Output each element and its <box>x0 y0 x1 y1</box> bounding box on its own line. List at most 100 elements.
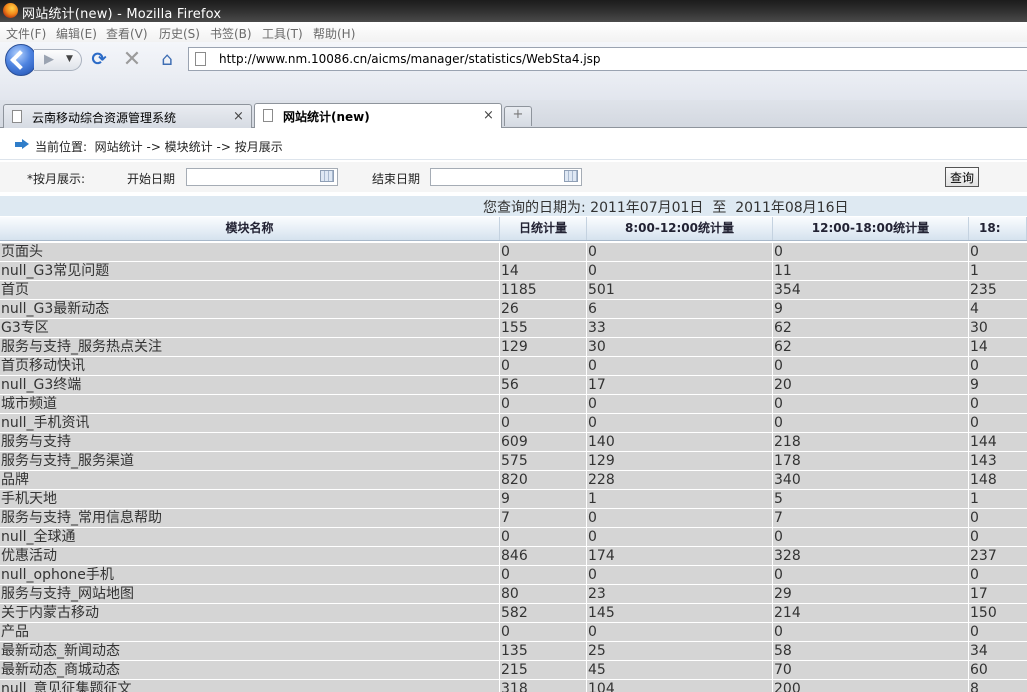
module-name-cell: 服务与支持_服务渠道 <box>0 452 499 470</box>
evening-count-cell: 8 <box>969 680 1027 692</box>
close-icon[interactable]: × <box>233 109 244 124</box>
evening-count-cell: 0 <box>969 528 1027 546</box>
evening-count-cell: 4 <box>969 300 1027 318</box>
menu-bookmarks[interactable]: 书签(B) <box>210 25 252 42</box>
evening-count-cell: 0 <box>969 414 1027 432</box>
table-row: 首页 1185 501 354 235 <box>0 281 1027 300</box>
morning-count-cell: 104 <box>587 680 772 692</box>
daily-count-cell: 0 <box>500 395 586 413</box>
statistics-table: 页面头 0 0 0 0 null_G3常见问题 14 0 11 1 首页 1185 501 354 235 n… <box>0 243 1027 692</box>
firefox-icon <box>3 3 18 18</box>
stop-icon[interactable]: ✕ <box>121 49 143 71</box>
daily-count-cell: 129 <box>500 338 586 356</box>
evening-count-cell: 144 <box>969 433 1027 451</box>
morning-count-cell: 6 <box>587 300 772 318</box>
afternoon-count-cell: 0 <box>773 566 968 584</box>
forward-button[interactable]: ▶ ▼ <box>34 49 82 71</box>
menu-help[interactable]: 帮助(H) <box>313 25 355 42</box>
menu-file[interactable]: 文件(F) <box>6 25 46 42</box>
daily-count-cell: 0 <box>500 623 586 641</box>
tab-label: 网站统计(new) <box>283 110 370 124</box>
evening-count-cell: 1 <box>969 262 1027 280</box>
afternoon-count-cell: 214 <box>773 604 968 622</box>
morning-count-cell: 0 <box>587 395 772 413</box>
evening-count-cell: 148 <box>969 471 1027 489</box>
daily-count-cell: 0 <box>500 243 586 261</box>
end-date-input[interactable] <box>430 168 582 186</box>
daily-count-cell: 26 <box>500 300 586 318</box>
morning-count-cell: 501 <box>587 281 772 299</box>
query-button[interactable]: 查询 <box>945 167 979 187</box>
evening-count-cell: 9 <box>969 376 1027 394</box>
menu-bar: 文件(F) 编辑(E) 查看(V) 历史(S) 书签(B) 工具(T) 帮助(H… <box>0 22 1027 42</box>
tab-website-statistics[interactable]: 网站统计(new) × <box>254 103 502 128</box>
menu-history[interactable]: 历史(S) <box>159 25 200 42</box>
morning-count-cell: 45 <box>587 661 772 679</box>
new-tab-button[interactable]: + <box>504 106 532 126</box>
afternoon-count-cell: 29 <box>773 585 968 603</box>
morning-count-cell: 0 <box>587 243 772 261</box>
menu-edit[interactable]: 编辑(E) <box>56 25 97 42</box>
evening-count-cell: 237 <box>969 547 1027 565</box>
column-header-afternoon-count: 12:00-18:00统计量 <box>773 217 969 240</box>
module-name-cell: 首页移动快讯 <box>0 357 499 375</box>
forward-arrow-icon: ▶ <box>44 52 54 67</box>
afternoon-count-cell: 11 <box>773 262 968 280</box>
module-name-cell: null_手机资讯 <box>0 414 499 432</box>
afternoon-count-cell: 218 <box>773 433 968 451</box>
daily-count-cell: 318 <box>500 680 586 692</box>
calendar-icon[interactable] <box>320 170 334 182</box>
daily-count-cell: 155 <box>500 319 586 337</box>
morning-count-cell: 0 <box>587 509 772 527</box>
table-row: 关于内蒙古移动 582 145 214 150 <box>0 604 1027 623</box>
navigation-toolbar: ▶ ▼ ⟳ ✕ ⌂ http://www.nm.10086.cn/aicms/m… <box>0 42 1027 100</box>
daily-count-cell: 9 <box>500 490 586 508</box>
module-name-cell: 城市频道 <box>0 395 499 413</box>
daily-count-cell: 1185 <box>500 281 586 299</box>
table-row: 首页移动快讯 0 0 0 0 <box>0 357 1027 376</box>
menu-view[interactable]: 查看(V) <box>106 25 148 42</box>
morning-count-cell: 0 <box>587 623 772 641</box>
evening-count-cell: 235 <box>969 281 1027 299</box>
evening-count-cell: 0 <box>969 509 1027 527</box>
daily-count-cell: 0 <box>500 528 586 546</box>
afternoon-count-cell: 5 <box>773 490 968 508</box>
daily-count-cell: 215 <box>500 661 586 679</box>
afternoon-count-cell: 0 <box>773 414 968 432</box>
evening-count-cell: 0 <box>969 243 1027 261</box>
daily-count-cell: 0 <box>500 414 586 432</box>
start-date-input[interactable] <box>186 168 338 186</box>
morning-count-cell: 140 <box>587 433 772 451</box>
afternoon-count-cell: 0 <box>773 395 968 413</box>
menu-tools[interactable]: 工具(T) <box>262 25 303 42</box>
table-row: 服务与支持_网站地图 80 23 29 17 <box>0 585 1027 604</box>
reload-icon[interactable]: ⟳ <box>88 49 110 71</box>
daily-count-cell: 0 <box>500 566 586 584</box>
table-row: 服务与支持_服务渠道 575 129 178 143 <box>0 452 1027 471</box>
window-title: 网站统计(new) - Mozilla Firefox <box>22 7 222 22</box>
module-name-cell: 最新动态_新闻动态 <box>0 642 499 660</box>
tab-resource-system[interactable]: 云南移动综合资源管理系统 × <box>3 104 252 128</box>
afternoon-count-cell: 0 <box>773 243 968 261</box>
address-bar[interactable]: http://www.nm.10086.cn/aicms/manager/sta… <box>188 47 1027 71</box>
address-url[interactable]: http://www.nm.10086.cn/aicms/manager/sta… <box>219 52 601 66</box>
page-icon <box>12 110 22 123</box>
table-row: 最新动态_商城动态 215 45 70 60 <box>0 661 1027 680</box>
module-name-cell: 服务与支持_服务热点关注 <box>0 338 499 356</box>
afternoon-count-cell: 9 <box>773 300 968 318</box>
evening-count-cell: 60 <box>969 661 1027 679</box>
home-icon[interactable]: ⌂ <box>156 49 178 71</box>
history-dropdown-icon[interactable]: ▼ <box>66 54 73 64</box>
module-name-cell: 手机天地 <box>0 490 499 508</box>
module-name-cell: null_ophone手机 <box>0 566 499 584</box>
column-header-module-name: 模块名称 <box>0 217 500 240</box>
calendar-icon[interactable] <box>564 170 578 182</box>
table-row: null_ophone手机 0 0 0 0 <box>0 566 1027 585</box>
afternoon-count-cell: 58 <box>773 642 968 660</box>
morning-count-cell: 145 <box>587 604 772 622</box>
back-button[interactable] <box>5 44 37 76</box>
table-row: null_G3最新动态 26 6 9 4 <box>0 300 1027 319</box>
module-name-cell: 产品 <box>0 623 499 641</box>
close-icon[interactable]: × <box>483 108 494 123</box>
afternoon-count-cell: 62 <box>773 319 968 337</box>
